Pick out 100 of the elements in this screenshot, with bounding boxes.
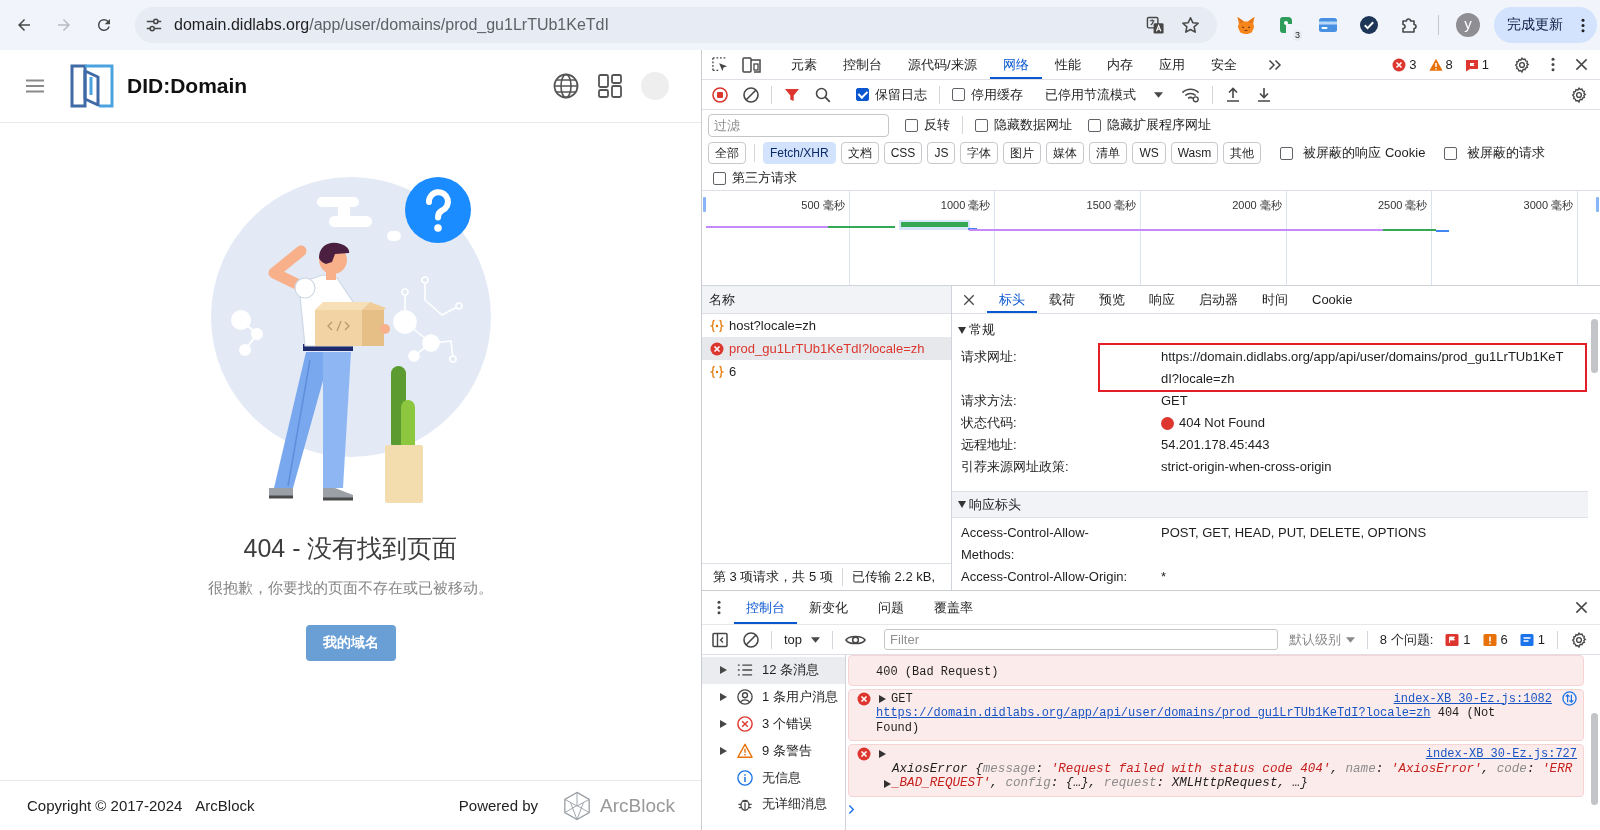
source-link[interactable]: index-XB_30-Ez.js:1082 <box>1393 691 1552 706</box>
settings-icon[interactable] <box>1513 55 1531 74</box>
inspect-element-icon[interactable] <box>712 56 728 73</box>
close-icon[interactable] <box>963 293 975 306</box>
type-filter-chip[interactable]: 其他 <box>1223 142 1262 164</box>
range-handle[interactable] <box>703 197 706 212</box>
devtools-tab[interactable]: 元素 <box>778 50 830 79</box>
devtools-tab[interactable]: 源代码/来源 <box>895 50 990 79</box>
issues-label[interactable]: 8 个问题: <box>1379 630 1434 649</box>
type-filter-chip[interactable]: CSS <box>883 142 923 164</box>
menu-icon[interactable] <box>26 79 44 93</box>
reload-icon[interactable] <box>95 16 113 34</box>
detail-tab[interactable]: 启动器 <box>1187 286 1250 313</box>
close-icon[interactable] <box>1575 601 1588 614</box>
checkbox[interactable] <box>905 118 918 132</box>
count-label[interactable]: 1 <box>1463 632 1471 647</box>
detail-tab[interactable]: 时间 <box>1250 286 1300 313</box>
checkbox[interactable] <box>713 171 726 185</box>
type-filter-chip[interactable]: WS <box>1132 142 1166 164</box>
throttling-dropdown[interactable]: 已停用节流模式 <box>1045 85 1163 104</box>
url-link[interactable]: https://domain.didlabs.org/app/api/user/domains/prod_gu1LrTUb1KeTdI?locale=zh <box>876 706 1431 720</box>
network-conditions-icon[interactable] <box>1181 86 1200 103</box>
devtools-tab[interactable]: 安全 <box>1197 50 1250 79</box>
warning-square-icon[interactable] <box>1482 632 1497 647</box>
detail-tab[interactable]: 预览 <box>1087 286 1137 313</box>
devtools-tab[interactable]: 性能 <box>1041 50 1094 79</box>
issue-icon[interactable] <box>1464 57 1479 72</box>
section-header[interactable]: 响应标头 <box>952 491 1588 518</box>
expand-triangle-icon[interactable] <box>879 750 886 759</box>
devtools-tab[interactable]: 控制台 <box>830 50 895 79</box>
type-filter-chip[interactable]: 图片 <box>1003 142 1042 164</box>
range-handle[interactable] <box>1596 197 1599 212</box>
devtools-tab[interactable]: 应用 <box>1145 50 1198 79</box>
message-filter-item[interactable]: 12 条消息 <box>702 657 845 684</box>
scrollbar-thumb[interactable] <box>1590 713 1598 805</box>
message-filter-item[interactable]: 无详细消息 <box>702 791 845 818</box>
error-flag-icon[interactable] <box>1445 632 1460 647</box>
detail-tab[interactable]: 响应 <box>1137 286 1187 313</box>
company-link[interactable]: ArcBlock <box>195 797 255 814</box>
fox-icon[interactable] <box>1236 15 1256 35</box>
count-label[interactable]: 8 <box>1445 57 1453 72</box>
apps-grid-icon[interactable] <box>598 74 622 98</box>
log-level-dropdown[interactable]: 默认级别 <box>1288 630 1355 649</box>
drawer-tab[interactable]: 控制台 <box>734 591 797 624</box>
download-icon[interactable] <box>1256 86 1272 103</box>
logo-icon[interactable] <box>69 63 115 109</box>
type-filter-chip[interactable]: 全部 <box>708 142 746 164</box>
checkbox[interactable] <box>1088 118 1101 132</box>
checkbox[interactable] <box>1280 146 1294 160</box>
filter-funnel-icon[interactable] <box>784 86 800 103</box>
message-filter-item[interactable]: 9 条警告 <box>702 737 845 765</box>
type-filter-chip[interactable]: 文档 <box>840 142 879 164</box>
type-filter-chip[interactable]: Wasm <box>1170 142 1219 164</box>
request-row[interactable]: prod_gu1LrTUb1KeTdI?locale=zh <box>702 337 951 360</box>
column-header[interactable]: 名称 <box>702 286 951 314</box>
checkbox[interactable] <box>975 118 988 132</box>
card-icon[interactable] <box>1318 15 1338 35</box>
detail-tab[interactable]: Cookie <box>1300 286 1365 313</box>
count-label[interactable]: 1 <box>1481 57 1489 72</box>
clear-icon[interactable] <box>743 86 759 103</box>
message-square-icon[interactable] <box>1519 632 1534 647</box>
site-title[interactable]: DID:Domain <box>127 74 248 98</box>
double-chevron-icon[interactable] <box>1267 58 1282 71</box>
more-options-icon[interactable] <box>1551 57 1555 72</box>
network-request-icon[interactable] <box>1562 691 1577 707</box>
translate-icon[interactable] <box>1146 15 1165 35</box>
checkbox[interactable] <box>952 88 965 101</box>
drawer-tab[interactable]: 新变化 <box>797 591 860 624</box>
update-button[interactable]: 完成更新 <box>1494 7 1597 43</box>
type-filter-chip[interactable]: 字体 <box>960 142 999 164</box>
detail-tab[interactable]: 标头 <box>987 286 1037 313</box>
puzzle-icon[interactable] <box>1400 15 1420 35</box>
site-settings-icon[interactable] <box>145 16 163 34</box>
request-row[interactable]: host?locale=zh <box>702 314 951 337</box>
settings-icon[interactable] <box>1570 630 1588 649</box>
drawer-tab[interactable]: 覆盖率 <box>922 591 985 624</box>
check-circle-icon[interactable] <box>1359 15 1379 35</box>
type-filter-chip[interactable]: 清单 <box>1089 142 1128 164</box>
count-label[interactable]: 1 <box>1537 632 1545 647</box>
more-options-icon[interactable] <box>717 600 721 615</box>
device-toolbar-icon[interactable] <box>742 55 762 74</box>
type-filter-chip[interactable]: Fetch/XHR <box>763 142 836 164</box>
checkbox[interactable] <box>856 88 869 101</box>
expand-triangle-icon[interactable] <box>879 694 886 703</box>
settings-icon[interactable] <box>1570 85 1588 104</box>
type-filter-chip[interactable]: 媒体 <box>1046 142 1085 164</box>
message-filter-item[interactable]: 1 条用户消息 <box>702 683 845 711</box>
scrollbar-thumb[interactable] <box>1590 319 1598 373</box>
address-bar[interactable]: domain.didlabs.org/app/user/domains/prod_gu1LrTUb1KeTdI <box>135 7 1217 43</box>
section-header[interactable]: 常规 <box>952 314 1588 346</box>
sidebar-toggle-icon[interactable] <box>712 631 728 648</box>
message-filter-item[interactable]: 无信息 <box>702 764 845 791</box>
clear-icon[interactable] <box>743 631 759 648</box>
detail-tab[interactable]: 载荷 <box>1037 286 1087 313</box>
count-label[interactable]: 3 <box>1409 57 1417 72</box>
devtools-tab[interactable]: 网络 <box>989 50 1042 79</box>
hexagon-cube-logo-icon[interactable] <box>562 790 593 821</box>
warning-icon[interactable] <box>1428 57 1443 72</box>
count-label[interactable]: 6 <box>1500 632 1508 647</box>
search-icon[interactable] <box>815 86 831 103</box>
